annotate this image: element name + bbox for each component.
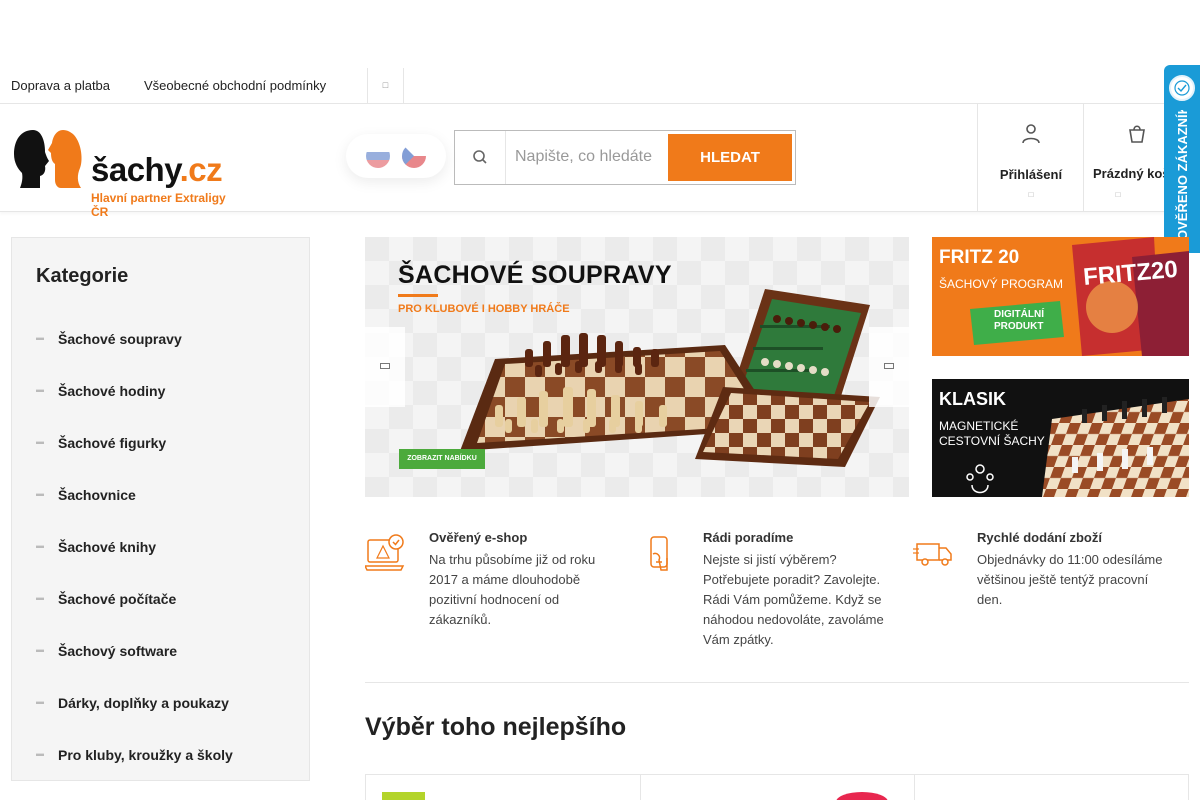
bullet-icon: ▬ xyxy=(36,749,44,758)
product-card[interactable] xyxy=(640,775,914,800)
sidebar-item-sachove-figurky[interactable]: ▬ Šachové figurky xyxy=(36,428,296,458)
feature-text: Objednávky do 11:00 odesíláme většinou j… xyxy=(977,552,1163,607)
sidebar-item-darky[interactable]: ▬ Dárky, doplňky a poukazy xyxy=(36,688,296,718)
shipping-link[interactable]: Doprava a platba xyxy=(11,78,110,93)
feature-text: Na trhu působíme již od roku 2017 a máme… xyxy=(429,552,596,627)
arrow-right-icon xyxy=(884,363,894,369)
search-input[interactable] xyxy=(515,143,665,171)
hero-title: ŠACHOVÉ SOUPRAVY xyxy=(398,261,672,289)
verified-badge-text: OVĚŘENO ZÁKAZNÍKY xyxy=(1175,110,1190,240)
section-title: Výběr toho nejlepšího xyxy=(365,713,627,741)
feature-title: Rádi poradíme xyxy=(703,530,794,545)
category-sidebar: Kategorie ▬ Šachové soupravy ▬ Šachové hod… xyxy=(11,237,310,781)
sidebar-item-pro-kluby[interactable]: ▬ Pro kluby, kroužky a školy xyxy=(36,740,296,770)
search-bar: HLEDAT xyxy=(454,130,796,185)
hero-underline xyxy=(398,294,438,297)
logo-text: šachy.cz xyxy=(91,151,223,188)
chevron-down-icon: □ xyxy=(1115,190,1121,199)
top-links-bar: Doprava a platba Všeobecné obchodní podm… xyxy=(0,68,1200,104)
search-icon[interactable] xyxy=(455,131,506,184)
flag-sk-icon[interactable] xyxy=(366,144,390,168)
feature-verified: Ověřený e-shop Na trhu působíme již od r… xyxy=(365,530,615,630)
logo[interactable]: šachy.cz Hlavní partner Extraligy ČR xyxy=(11,128,241,219)
bullet-icon: ▬ xyxy=(36,645,44,654)
sidebar-item-sachove-pocitace[interactable]: ▬ Šachové počítače xyxy=(36,584,296,614)
klasik-subtitle: MAGNETICKÉ CESTOVNÍ ŠACHY xyxy=(939,419,1045,448)
feature-title: Ověřený e-shop xyxy=(429,530,528,545)
hero-banner[interactable]: ŠACHOVÉ SOUPRAVY PRO KLUBOVÉ I HOBBY HRÁ… xyxy=(365,237,909,497)
more-links-icon[interactable]: □ xyxy=(367,68,404,104)
feature-advice: Rádi poradíme Nejste si jistí výběrem? P… xyxy=(639,530,889,650)
feature-text: Nejste si jistí výběrem? Potřebujete por… xyxy=(703,552,884,647)
svg-text:OVĚŘENO ZÁKAZNÍKY: OVĚŘENO ZÁKAZNÍKY xyxy=(1175,110,1190,240)
bullet-icon: ▬ xyxy=(36,593,44,602)
product-grid xyxy=(365,774,1189,800)
section-divider xyxy=(365,682,1189,683)
klasik-banner[interactable]: KLASIK MAGNETICKÉ CESTOVNÍ ŠACHY xyxy=(932,379,1189,497)
search-button[interactable]: HLEDAT xyxy=(668,134,792,181)
slider-prev-button[interactable] xyxy=(365,327,405,407)
sidebar-title: Kategorie xyxy=(36,265,129,287)
flag-cz-icon[interactable] xyxy=(402,144,426,168)
bullet-icon: ▬ xyxy=(36,333,44,342)
phone-icon xyxy=(650,536,668,571)
sidebar-item-sachove-hodiny[interactable]: ▬ Šachové hodiny xyxy=(36,376,296,406)
truck-icon xyxy=(913,543,952,566)
logo-subtitle: Hlavní partner Extraligy ČR xyxy=(91,191,226,219)
divider xyxy=(403,68,404,104)
bullet-icon: ▬ xyxy=(36,437,44,446)
digital-tag: DIGITÁLNÍ PRODUKT xyxy=(994,309,1044,332)
bullet-icon: ▬ xyxy=(36,541,44,550)
language-switcher xyxy=(346,134,446,178)
seal-icon xyxy=(1169,75,1195,101)
sidebar-item-sachove-soupravy[interactable]: ▬ Šachové soupravy xyxy=(36,324,296,354)
arrow-left-icon xyxy=(380,363,390,369)
fritz-banner[interactable]: FRITZ20 FRITZ 20 ŠACHOVÝ PROGRAM DIGITÁL… xyxy=(932,237,1189,356)
feature-title: Rychlé dodání zboží xyxy=(977,530,1102,545)
verified-badge[interactable]: OVĚŘENO ZÁKAZNÍKY xyxy=(1164,65,1200,253)
product-card[interactable] xyxy=(914,775,1188,800)
logo-heads-icon xyxy=(14,130,82,188)
bullet-icon: ▬ xyxy=(36,697,44,706)
sidebar-item-sachovy-software[interactable]: ▬ Šachový software xyxy=(36,636,296,666)
sidebar-item-sachovnice[interactable]: ▬ Šachovnice xyxy=(36,480,296,510)
slider-next-button[interactable] xyxy=(869,327,909,407)
user-icon xyxy=(978,122,1084,146)
fritz-title: FRITZ 20 xyxy=(939,247,1020,268)
fritz-subtitle: ŠACHOVÝ PROGRAM xyxy=(939,277,1064,291)
terms-link[interactable]: Všeobecné obchodní podmínky xyxy=(144,78,326,93)
product-card[interactable] xyxy=(366,775,640,800)
feature-delivery: Rychlé dodání zboží Objednávky do 11:00 … xyxy=(913,530,1163,610)
klasik-title: KLASIK xyxy=(939,389,1006,409)
hero-subtitle: PRO KLUBOVÉ I HOBBY HRÁČE xyxy=(398,303,570,315)
bullet-icon: ▬ xyxy=(36,489,44,498)
site-header: šachy.cz Hlavní partner Extraligy ČR HLE… xyxy=(0,104,1200,219)
laptop-check-icon xyxy=(365,534,405,571)
bullet-icon: ▬ xyxy=(36,385,44,394)
login-label: Přihlášení xyxy=(999,167,1063,182)
sidebar-item-sachove-knihy[interactable]: ▬ Šachové knihy xyxy=(36,532,296,562)
hero-cta-button[interactable]: ZOBRAZIT NABÍDKU xyxy=(399,449,485,469)
